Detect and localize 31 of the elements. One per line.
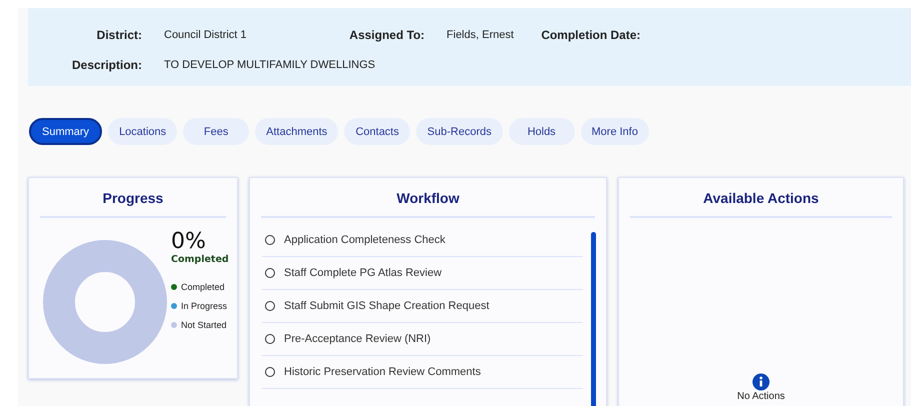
tab[interactable]: Fees	[183, 118, 250, 145]
field-value: TO DEVELOP MULTIFAMILY DWELLINGS	[164, 59, 376, 71]
field-label: Completion Date:	[540, 28, 642, 42]
tab[interactable]: Sub-Records	[416, 118, 502, 145]
tab[interactable]: Summary	[29, 118, 102, 145]
field-label: Assigned To:	[348, 28, 426, 42]
legend-label: Not Started	[181, 320, 227, 330]
scrollbar-thumb[interactable]	[591, 232, 596, 406]
workflow-item[interactable]: Pre-Acceptance Review (NRI)	[262, 323, 583, 356]
workflow-item[interactable]: Staff Submit GIS Shape Creation Request	[262, 290, 583, 323]
percent-value: 0%	[171, 230, 207, 254]
field-label: Description:	[70, 58, 143, 72]
tab[interactable]: Holds	[508, 118, 574, 145]
tab[interactable]: Locations	[108, 118, 178, 145]
workflow-item[interactable]: Historic Preservation Review Comments	[262, 356, 583, 389]
card-title: Workflow	[396, 189, 460, 208]
field-value: Council District 1	[164, 29, 247, 41]
percent-label: Completed	[171, 254, 229, 265]
info-icon	[752, 373, 770, 391]
workflow-item[interactable]: Staff Complete PG Atlas Review	[262, 257, 583, 290]
field-label: District:	[96, 28, 143, 42]
card-title: Available Actions	[702, 189, 820, 208]
legend-label: Completed	[181, 282, 225, 292]
empty-message: No Actions	[737, 391, 785, 402]
tab[interactable]: Attachments	[255, 118, 338, 145]
tab[interactable]: Contacts	[344, 118, 410, 145]
legend-label: In Progress	[181, 300, 228, 310]
card-title: Progress	[102, 189, 164, 208]
workflow-item[interactable]: Application Completeness Check	[262, 224, 583, 257]
field-value: Fields, Ernest	[446, 29, 515, 41]
tab[interactable]: More Info	[580, 118, 649, 145]
